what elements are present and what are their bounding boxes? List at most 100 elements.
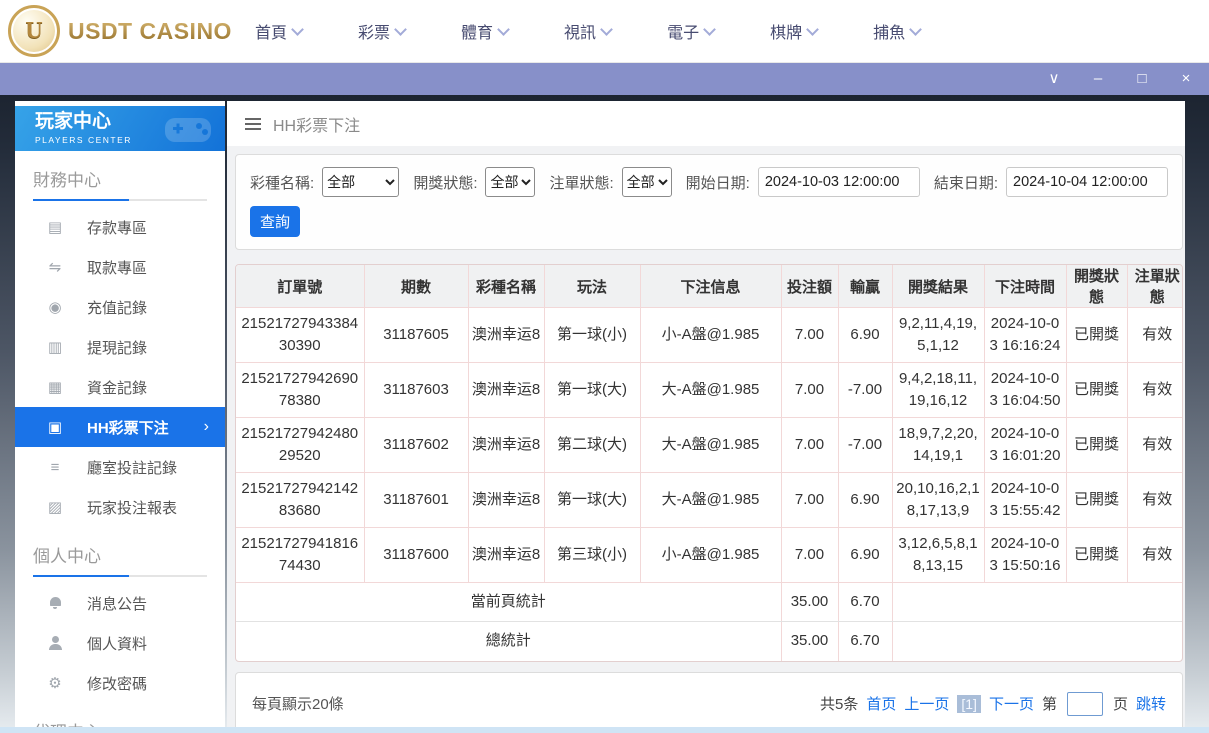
nav-item[interactable]: 棋牌 (770, 19, 817, 43)
nav-item-label: 首頁 (255, 19, 287, 43)
sidebar-item[interactable]: ▣HH彩票下注› (15, 407, 225, 447)
chevron-down-icon (291, 23, 304, 36)
summary-winloss-total: 6.70 (838, 583, 892, 622)
jump-button[interactable]: 跳转 (1136, 693, 1166, 714)
nav-item[interactable]: 捕魚 (873, 19, 920, 43)
column-header: 開獎狀態 (1066, 265, 1127, 308)
sidebar-item[interactable]: ≡廳室投註記錄 (33, 447, 207, 487)
table-cell: 7.00 (781, 363, 838, 418)
order-status-select[interactable]: 全部 (622, 167, 672, 197)
sidebar-item[interactable]: ⚙修改密碼 (33, 663, 207, 703)
sidebar-section-underline (33, 575, 207, 577)
search-button[interactable]: 查詢 (250, 206, 300, 237)
table-cell: -7.00 (838, 418, 892, 473)
menu-icon[interactable] (245, 115, 261, 133)
table-row: 215217279433843039031187605澳洲幸运8第一球(小)小-… (236, 308, 1183, 363)
column-header: 投注額 (781, 265, 838, 308)
table-cell: 有效 (1127, 528, 1183, 583)
bet-table-panel: 訂單號期數彩種名稱玩法下注信息投注額輸贏開獎結果下注時間開獎狀態注單狀態 215… (235, 264, 1183, 662)
sidebar-section-label: 個人中心 (33, 542, 207, 567)
column-header: 下注信息 (640, 265, 781, 308)
nav-item-label: 棋牌 (770, 19, 802, 43)
sidebar-item[interactable]: ▨玩家投注報表 (33, 487, 207, 527)
column-header: 彩種名稱 (468, 265, 544, 308)
sidebar-item-label: 提現記錄 (87, 337, 147, 358)
logo: U USDT CASINO (8, 5, 232, 57)
nav-item[interactable]: 首頁 (255, 19, 302, 43)
summary-row: 總統計35.006.70 (236, 622, 1183, 661)
summary-label: 總統計 (236, 622, 781, 661)
table-cell: 第一球(大) (544, 363, 640, 418)
sidebar-item-list: ▤存款專區⇋取款專區◉充值記錄▥提現記錄▦資金記錄▣HH彩票下注›≡廳室投註記錄… (33, 207, 207, 527)
table-cell: 大-A盤@1.985 (640, 363, 781, 418)
window-maximize-icon[interactable]: □ (1133, 71, 1151, 86)
table-cell: 2152172794214283680 (236, 473, 364, 528)
nav-item[interactable]: 彩票 (358, 19, 405, 43)
sidebar-section-label: 財務中心 (33, 166, 207, 191)
table-cell: 已開獎 (1066, 418, 1127, 473)
window-minimize-icon[interactable]: – (1089, 71, 1107, 86)
withdraw-hand-icon: ⇋ (45, 258, 65, 276)
table-cell: 小-A盤@1.985 (640, 528, 781, 583)
sidebar-item[interactable]: 消息公告 (33, 583, 207, 623)
main-nav: 首頁 彩票 體育 視訊 電子 棋牌 捕魚 (255, 0, 920, 62)
table-cell: 31187605 (364, 308, 468, 363)
main-area: HH彩票下注 彩種名稱: 全部 開獎狀態: 全部 注單狀態: 全部 開始日期: … (227, 101, 1185, 733)
chevron-right-icon: › (204, 418, 209, 436)
table-cell: 已開獎 (1066, 528, 1127, 583)
window-chevron-down-icon[interactable]: ∨ (1045, 71, 1063, 86)
table-cell: 澳洲幸运8 (468, 528, 544, 583)
sidebar-item-list: 消息公告個人資料 ⚙修改密碼 (33, 583, 207, 703)
sidebar-item-label: 取款專區 (87, 257, 147, 278)
table-cell: 7.00 (781, 308, 838, 363)
bet-ticket-icon: ▣ (45, 418, 65, 436)
start-date-input[interactable] (758, 167, 920, 197)
sidebar-item[interactable]: ▦資金記錄 (33, 367, 207, 407)
column-header: 訂單號 (236, 265, 364, 308)
hall-list-icon: ≡ (45, 459, 65, 476)
summary-empty (892, 622, 1183, 661)
chevron-down-icon (703, 23, 716, 36)
bell-icon (45, 597, 65, 609)
table-cell: 6.90 (838, 528, 892, 583)
table-row: 215217279424802952031187602澳洲幸运8第二球(大)大-… (236, 418, 1183, 473)
window-titlebar: ∨ – □ × (0, 62, 1209, 95)
breadcrumb: HH彩票下注 (227, 101, 1185, 146)
nav-item[interactable]: 視訊 (564, 19, 611, 43)
sidebar-item-label: 消息公告 (87, 593, 147, 614)
table-cell: 澳洲幸运8 (468, 308, 544, 363)
table-cell: 已開獎 (1066, 363, 1127, 418)
draw-status-select[interactable]: 全部 (485, 167, 535, 197)
sidebar-sections: 財務中心 ▤存款專區 ⇋ 取款專區 ◉充值記錄▥提現記錄▦資金記錄▣HH彩票下注›≡廳室… (15, 166, 225, 733)
sidebar-item[interactable]: ⇋ 取款專區 (33, 247, 207, 287)
table-cell: 2024-10-03 16:04:50 (984, 363, 1066, 418)
nav-item[interactable]: 電子 (667, 19, 714, 43)
sidebar-item[interactable]: ▤存款專區 (33, 207, 207, 247)
table-cell: 6.90 (838, 308, 892, 363)
sidebar: 玩家中心 PLAYERS CENTER 財務中心▤存款專區⇋取款專區◉充值記錄▥… (15, 101, 225, 733)
prev-page-link[interactable]: 上一页 (904, 693, 949, 714)
bet-table: 訂單號期數彩種名稱玩法下注信息投注額輸贏開獎結果下注時間開獎狀態注單狀態 215… (236, 265, 1183, 661)
summary-winloss-total: 6.70 (838, 622, 892, 661)
nav-item-label: 體育 (461, 19, 493, 43)
first-page-link[interactable]: 首页 (866, 693, 896, 714)
next-page-link[interactable]: 下一页 (989, 693, 1034, 714)
nav-item-label: 電子 (667, 19, 699, 43)
lottery-name-select[interactable]: 全部 (322, 167, 399, 197)
table-body: 215217279433843039031187605澳洲幸运8第一球(小)小-… (236, 308, 1183, 661)
sidebar-item-label: 個人資料 (87, 633, 147, 654)
order-status-label: 注單狀態: (549, 172, 613, 193)
summary-bet-total: 35.00 (781, 583, 838, 622)
end-date-input[interactable] (1006, 167, 1168, 197)
window-close-icon[interactable]: × (1177, 71, 1195, 86)
nav-item[interactable]: 體育 (461, 19, 508, 43)
table-cell: 澳洲幸运8 (468, 418, 544, 473)
table-cell: 2152172794269078380 (236, 363, 364, 418)
column-header: 注單狀態 (1127, 265, 1183, 308)
page-number-input[interactable] (1067, 692, 1103, 716)
sidebar-item[interactable]: ◉充值記錄 (33, 287, 207, 327)
table-cell: 2152172794338430390 (236, 308, 364, 363)
sidebar-item[interactable]: ▥提現記錄 (33, 327, 207, 367)
sidebar-item[interactable]: 個人資料 (33, 623, 207, 663)
draw-status-label: 開獎狀態: (413, 172, 477, 193)
